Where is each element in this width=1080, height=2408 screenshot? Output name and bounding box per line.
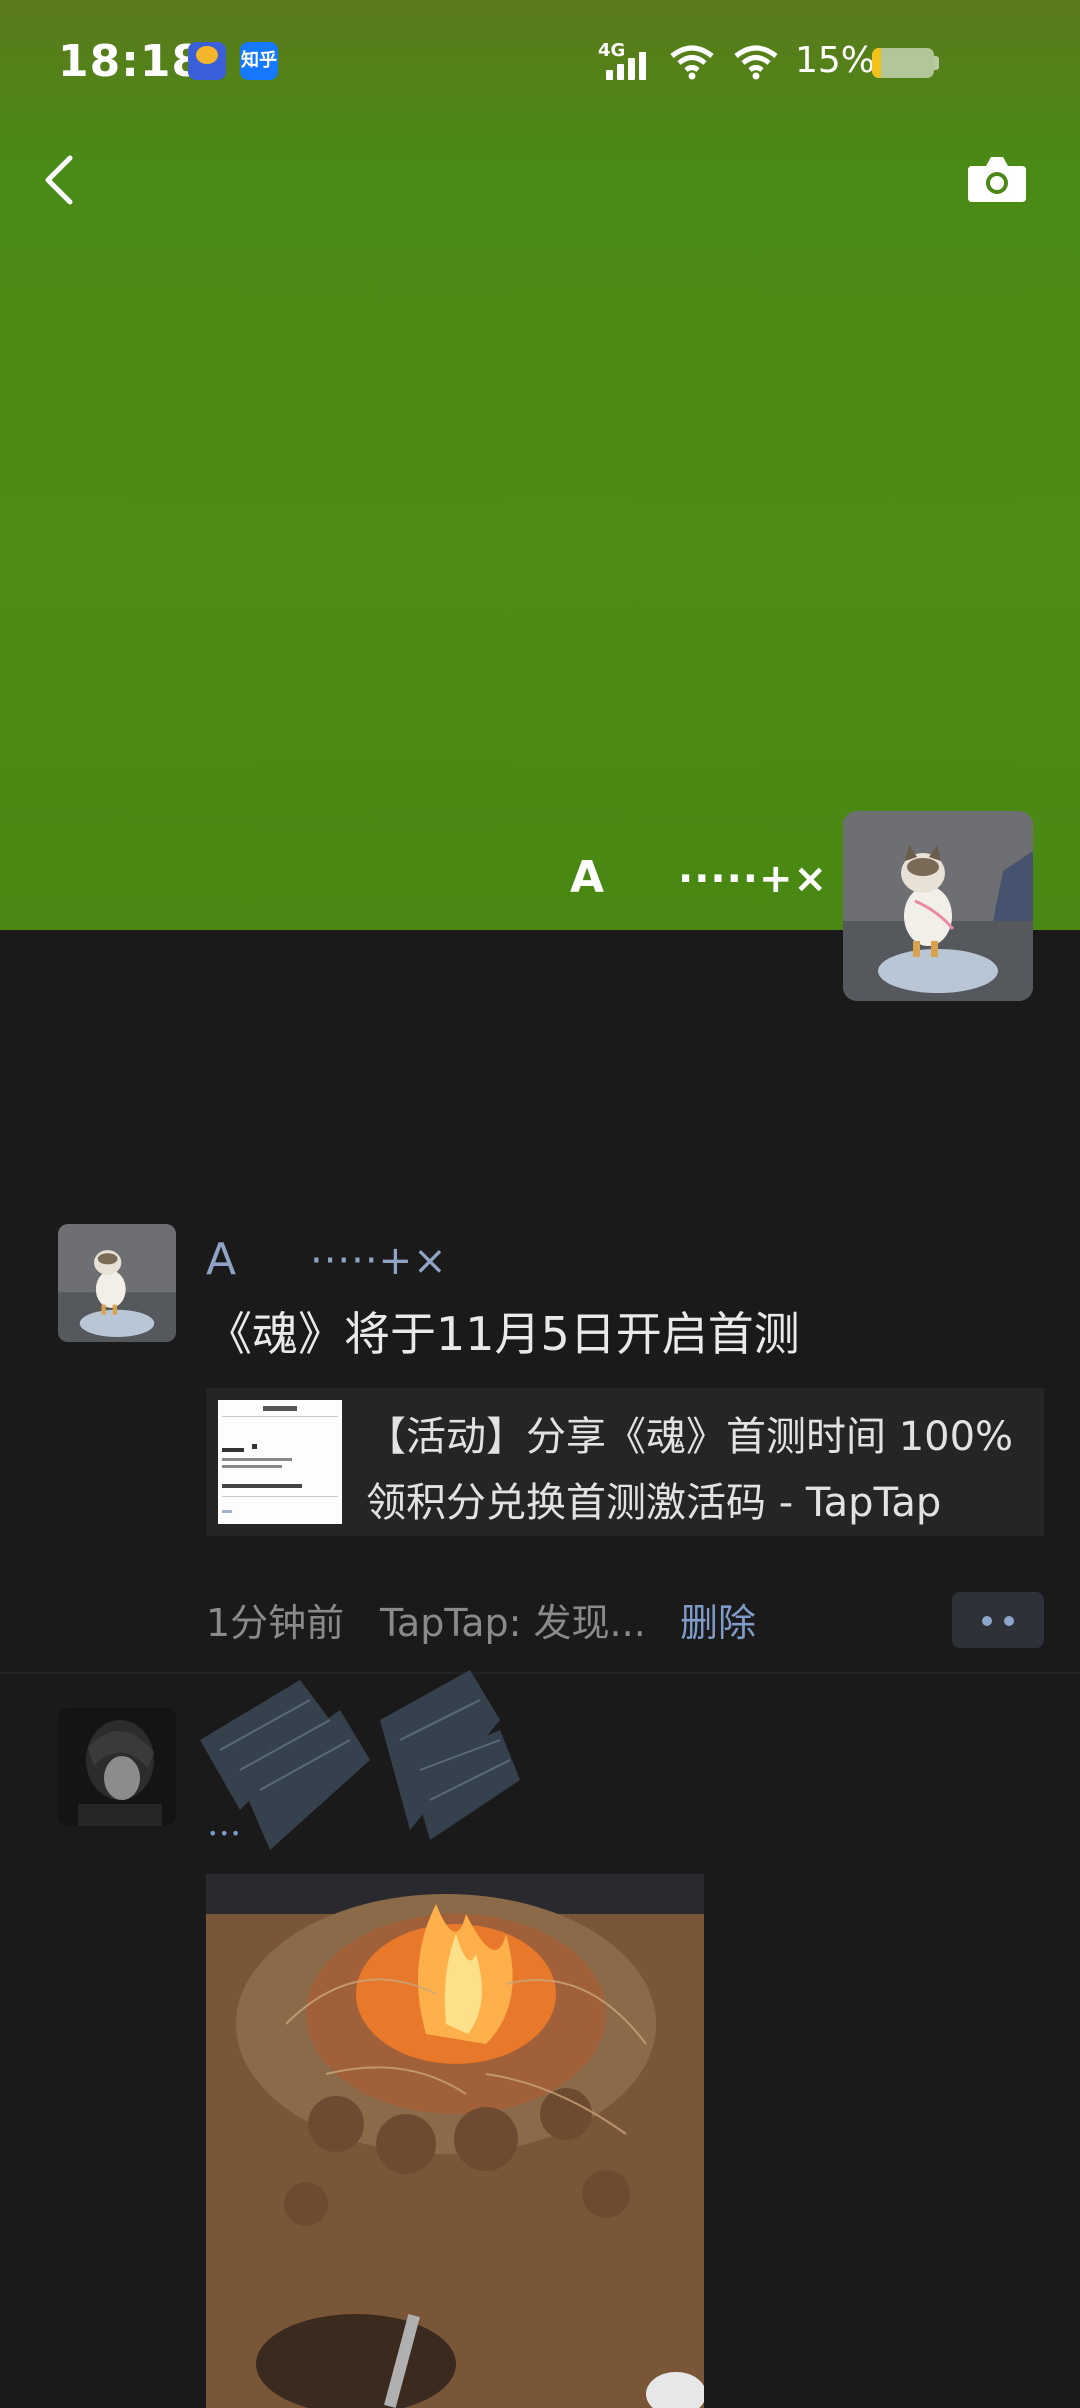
post-author-signature: ·····+× — [310, 1238, 448, 1284]
post-text: 《魂》将于11月5日开启首测 — [206, 1307, 800, 1361]
post-author-name[interactable]: A — [206, 1234, 236, 1285]
post-image[interactable] — [206, 1874, 704, 2408]
app-notification-icon — [188, 42, 226, 80]
post-source[interactable]: TapTap: 发现... — [380, 1592, 646, 1647]
profile-name: A — [570, 852, 605, 903]
cellular-signal-icon: 4G — [598, 40, 654, 80]
shared-link-thumbnail — [218, 1400, 342, 1524]
shared-link-card[interactable]: 【活动】分享《魂》首测时间 100%领积分兑换首测激活码 - TapTap — [206, 1388, 1044, 1536]
zhihu-notification-icon: 知乎 — [240, 42, 278, 80]
wifi-icon — [734, 45, 778, 80]
image-indicator: ••• — [208, 1824, 243, 1843]
post-time: 1分钟前 — [206, 1601, 345, 1645]
cover-image[interactable] — [0, 0, 1080, 930]
post-avatar[interactable] — [58, 1224, 176, 1342]
profile-signature: ·····+× — [678, 856, 829, 902]
back-button[interactable] — [36, 150, 86, 210]
status-time: 18:18 — [58, 36, 204, 87]
battery-icon — [872, 48, 934, 78]
network-type: 4G — [598, 40, 626, 61]
delete-button[interactable]: 删除 — [680, 1592, 756, 1647]
shared-link-title: 【活动】分享《魂》首测时间 100%领积分兑换首测激活码 - TapTap — [366, 1414, 1014, 1526]
wifi-icon — [670, 45, 714, 80]
more-actions-button[interactable] — [952, 1592, 1044, 1648]
status-bar: 18:18 知乎 4G 15% — [0, 0, 1080, 120]
battery-percent: 15% — [795, 40, 876, 81]
post-avatar[interactable] — [58, 1708, 176, 1826]
profile-avatar[interactable] — [843, 811, 1033, 1001]
camera-icon[interactable] — [966, 152, 1028, 204]
